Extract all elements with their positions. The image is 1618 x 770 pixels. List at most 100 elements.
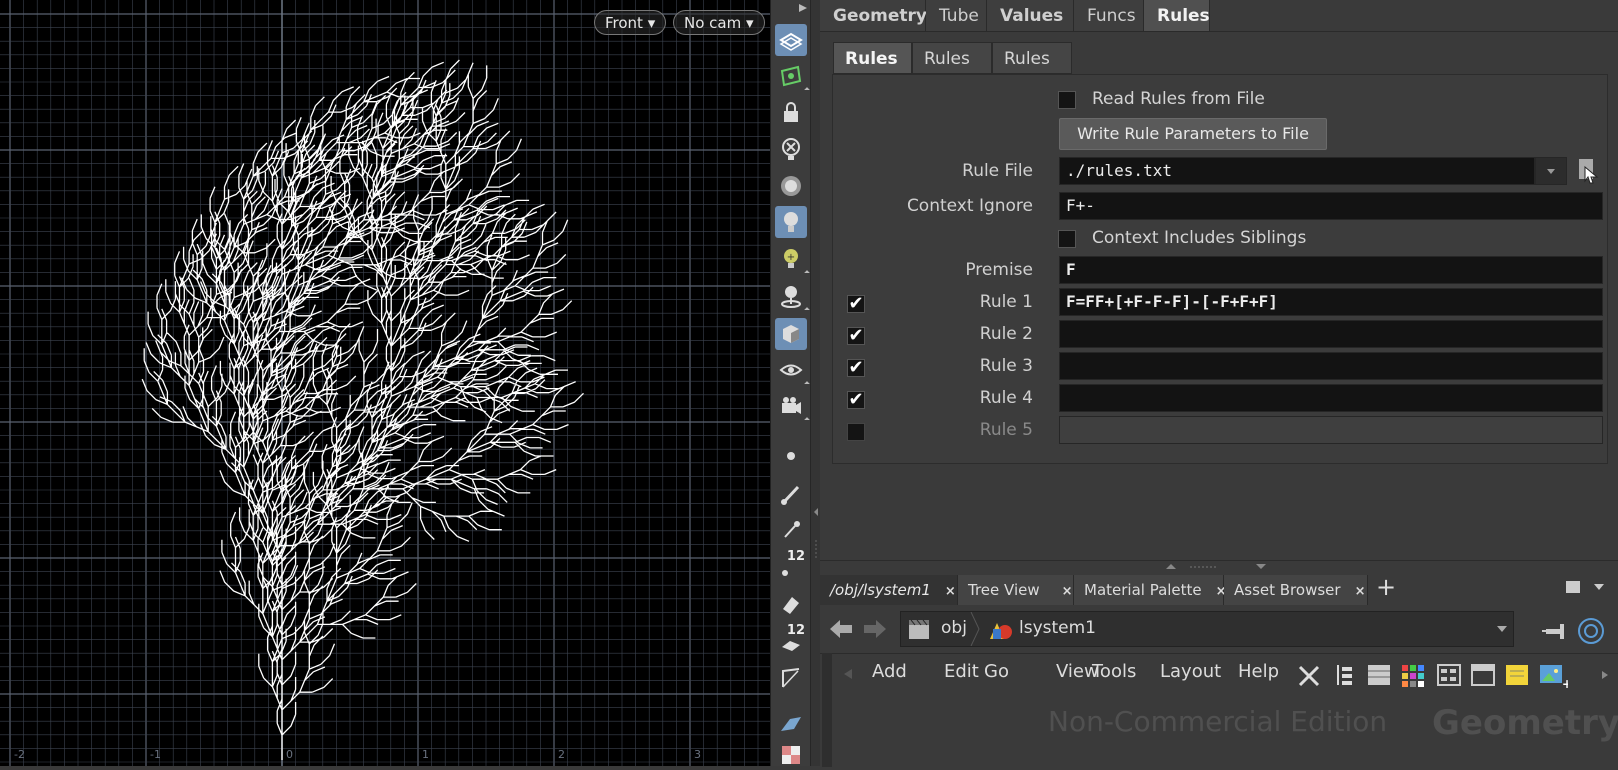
tab-obj-lsystem1[interactable]: /obj/lsystem1 × [820,575,958,605]
add-image-icon[interactable]: + [1538,661,1568,689]
tab-tube[interactable]: Tube [926,0,987,32]
tab-rules-2[interactable]: Rules 2 [912,42,992,101]
context-siblings-label: Context Includes Siblings [1092,228,1307,248]
rule-1-field[interactable]: F=FF+[+F-F-F]-[-F+F+F] [1059,288,1603,316]
dropper-icon[interactable] [775,514,807,546]
network-box-icon[interactable] [1470,661,1496,689]
write-rule-parameters-button[interactable]: Write Rule Parameters to File [1059,118,1327,150]
close-light-icon[interactable] [775,133,807,165]
path-separator [970,612,980,646]
construction-plane-icon[interactable] [775,60,810,93]
read-rules-checkbox[interactable] [1058,91,1076,109]
menu-divider [820,653,1618,654]
tab-tree-view[interactable]: Tree View × [958,575,1074,605]
path-obj[interactable]: obj [941,618,967,638]
menu-go[interactable]: Go [984,661,1009,682]
headlight-icon[interactable] [775,170,807,202]
menu-scroll-right-icon[interactable] [1600,669,1610,681]
menu-layout[interactable]: Layout [1160,661,1221,682]
forward-arrow-icon[interactable] [862,617,888,641]
camera-icon[interactable] [775,390,810,423]
checker-icon[interactable] [775,744,807,766]
pin-icon[interactable] [1542,619,1570,643]
premise-field[interactable]: F [1059,256,1603,284]
menu-edit[interactable]: Edit [944,661,979,682]
rule-4-label: Rule 4 [979,388,1033,408]
tab-asset-browser[interactable]: Asset Browser × [1224,575,1368,605]
surface-icon[interactable] [775,708,807,740]
menu-add[interactable]: Add [872,661,907,682]
rule-file-dropdown[interactable] [1535,157,1567,185]
rule-3-field[interactable] [1059,352,1603,380]
tab-material-palette[interactable]: Material Palette × [1074,575,1227,605]
tab-geometry[interactable]: Geometry [820,0,927,32]
add-tab-button[interactable]: + [1376,573,1396,601]
rule-4-field[interactable] [1059,384,1603,412]
close-tab-icon[interactable]: × [1355,584,1366,599]
link-icon[interactable] [1576,616,1606,646]
rule-5-field [1059,416,1603,444]
close-tab-icon[interactable]: × [1062,584,1073,599]
tab-values[interactable]: Values [987,0,1074,32]
scene-viewport[interactable]: -2 -1 0 1 2 3 Front ▾ No cam ▾ [0,0,770,766]
tree-layout-icon[interactable] [1332,661,1358,689]
path-lsystem1[interactable]: lsystem1 [1019,618,1096,638]
grid-layout-icon[interactable] [1436,661,1462,689]
axis-tick-label: 1 [422,748,429,761]
menu-tools[interactable]: Tools [1092,661,1136,682]
point-light-icon[interactable]: + [775,243,810,276]
line-icon[interactable] [775,662,807,694]
rule-file-field[interactable]: ./rules.txt [1059,157,1535,185]
spot-light-icon[interactable] [775,280,810,313]
path-dropdown-icon[interactable] [1495,624,1509,634]
network-pane: /obj/lsystem1 × Tree View × Material Palet… [820,560,1618,767]
point-icon[interactable] [775,440,807,472]
premise-label: Premise [965,260,1033,280]
list-view-icon[interactable] [1366,661,1392,689]
lock-icon[interactable] [775,96,807,128]
menu-help[interactable]: Help [1238,661,1279,682]
tab-funcs[interactable]: Funcs [1074,0,1144,32]
paint-icon[interactable] [775,588,807,620]
file-chooser-icon[interactable] [1573,155,1601,187]
edition-watermark: Non-Commercial Edition [1048,705,1388,738]
brush-icon[interactable] [775,478,807,510]
axis-tick-label: 2 [558,748,565,761]
obj-context-icon [909,619,929,639]
back-arrow-icon[interactable] [828,617,854,641]
rule-2-label: Rule 2 [979,324,1033,344]
color-palette-icon[interactable] [1400,661,1426,689]
view-menu-button[interactable]: Front ▾ [594,10,667,35]
svg-text:+: + [787,252,795,263]
geometry-node-icon [990,623,1012,639]
tab-rules[interactable]: Rules [1144,0,1210,32]
tab-rules-1[interactable]: Rules 1 [833,42,912,101]
rule-5-label: Rule 5 [979,420,1033,440]
sticky-note-icon[interactable] [1504,661,1530,689]
context-siblings-checkbox[interactable] [1058,230,1076,248]
context-ignore-label: Context Ignore [906,196,1033,216]
display-options-icon[interactable] [775,318,807,350]
menu-scroll-left-icon[interactable] [842,667,854,681]
tools-icon[interactable] [1296,661,1324,689]
parameter-pane: Geometry Tube Values Funcs Rules Rules 1… [820,0,1618,560]
maximize-pane-icon[interactable] [1566,581,1580,593]
number-points-icon[interactable]: 12 [775,549,807,582]
light-bulb-icon[interactable] [775,206,807,238]
select-plane-icon[interactable] [775,24,807,56]
context-ignore-field[interactable]: F+- [1059,192,1603,220]
tab-rules-3[interactable]: Rules 3 [992,42,1072,101]
rule-2-field[interactable] [1059,320,1603,348]
toolbar-expand-icon[interactable] [771,0,811,14]
rules-parameter-folder: Read Rules from File Write Rule Paramete… [832,74,1608,464]
eye-icon[interactable] [775,354,810,387]
camera-menu-button[interactable]: No cam ▾ [673,10,765,35]
network-path-bar[interactable]: obj lsystem1 [900,611,1514,647]
tab-divider [820,31,1618,32]
pane-menu-icon[interactable] [1592,581,1606,593]
number-prims-icon[interactable]: 12 [775,623,807,656]
context-watermark: Geometry [1432,703,1618,743]
close-tab-icon[interactable]: × [945,584,956,599]
pane-resize-handle[interactable] [820,561,1618,573]
network-sidebar-handle[interactable] [822,653,832,767]
